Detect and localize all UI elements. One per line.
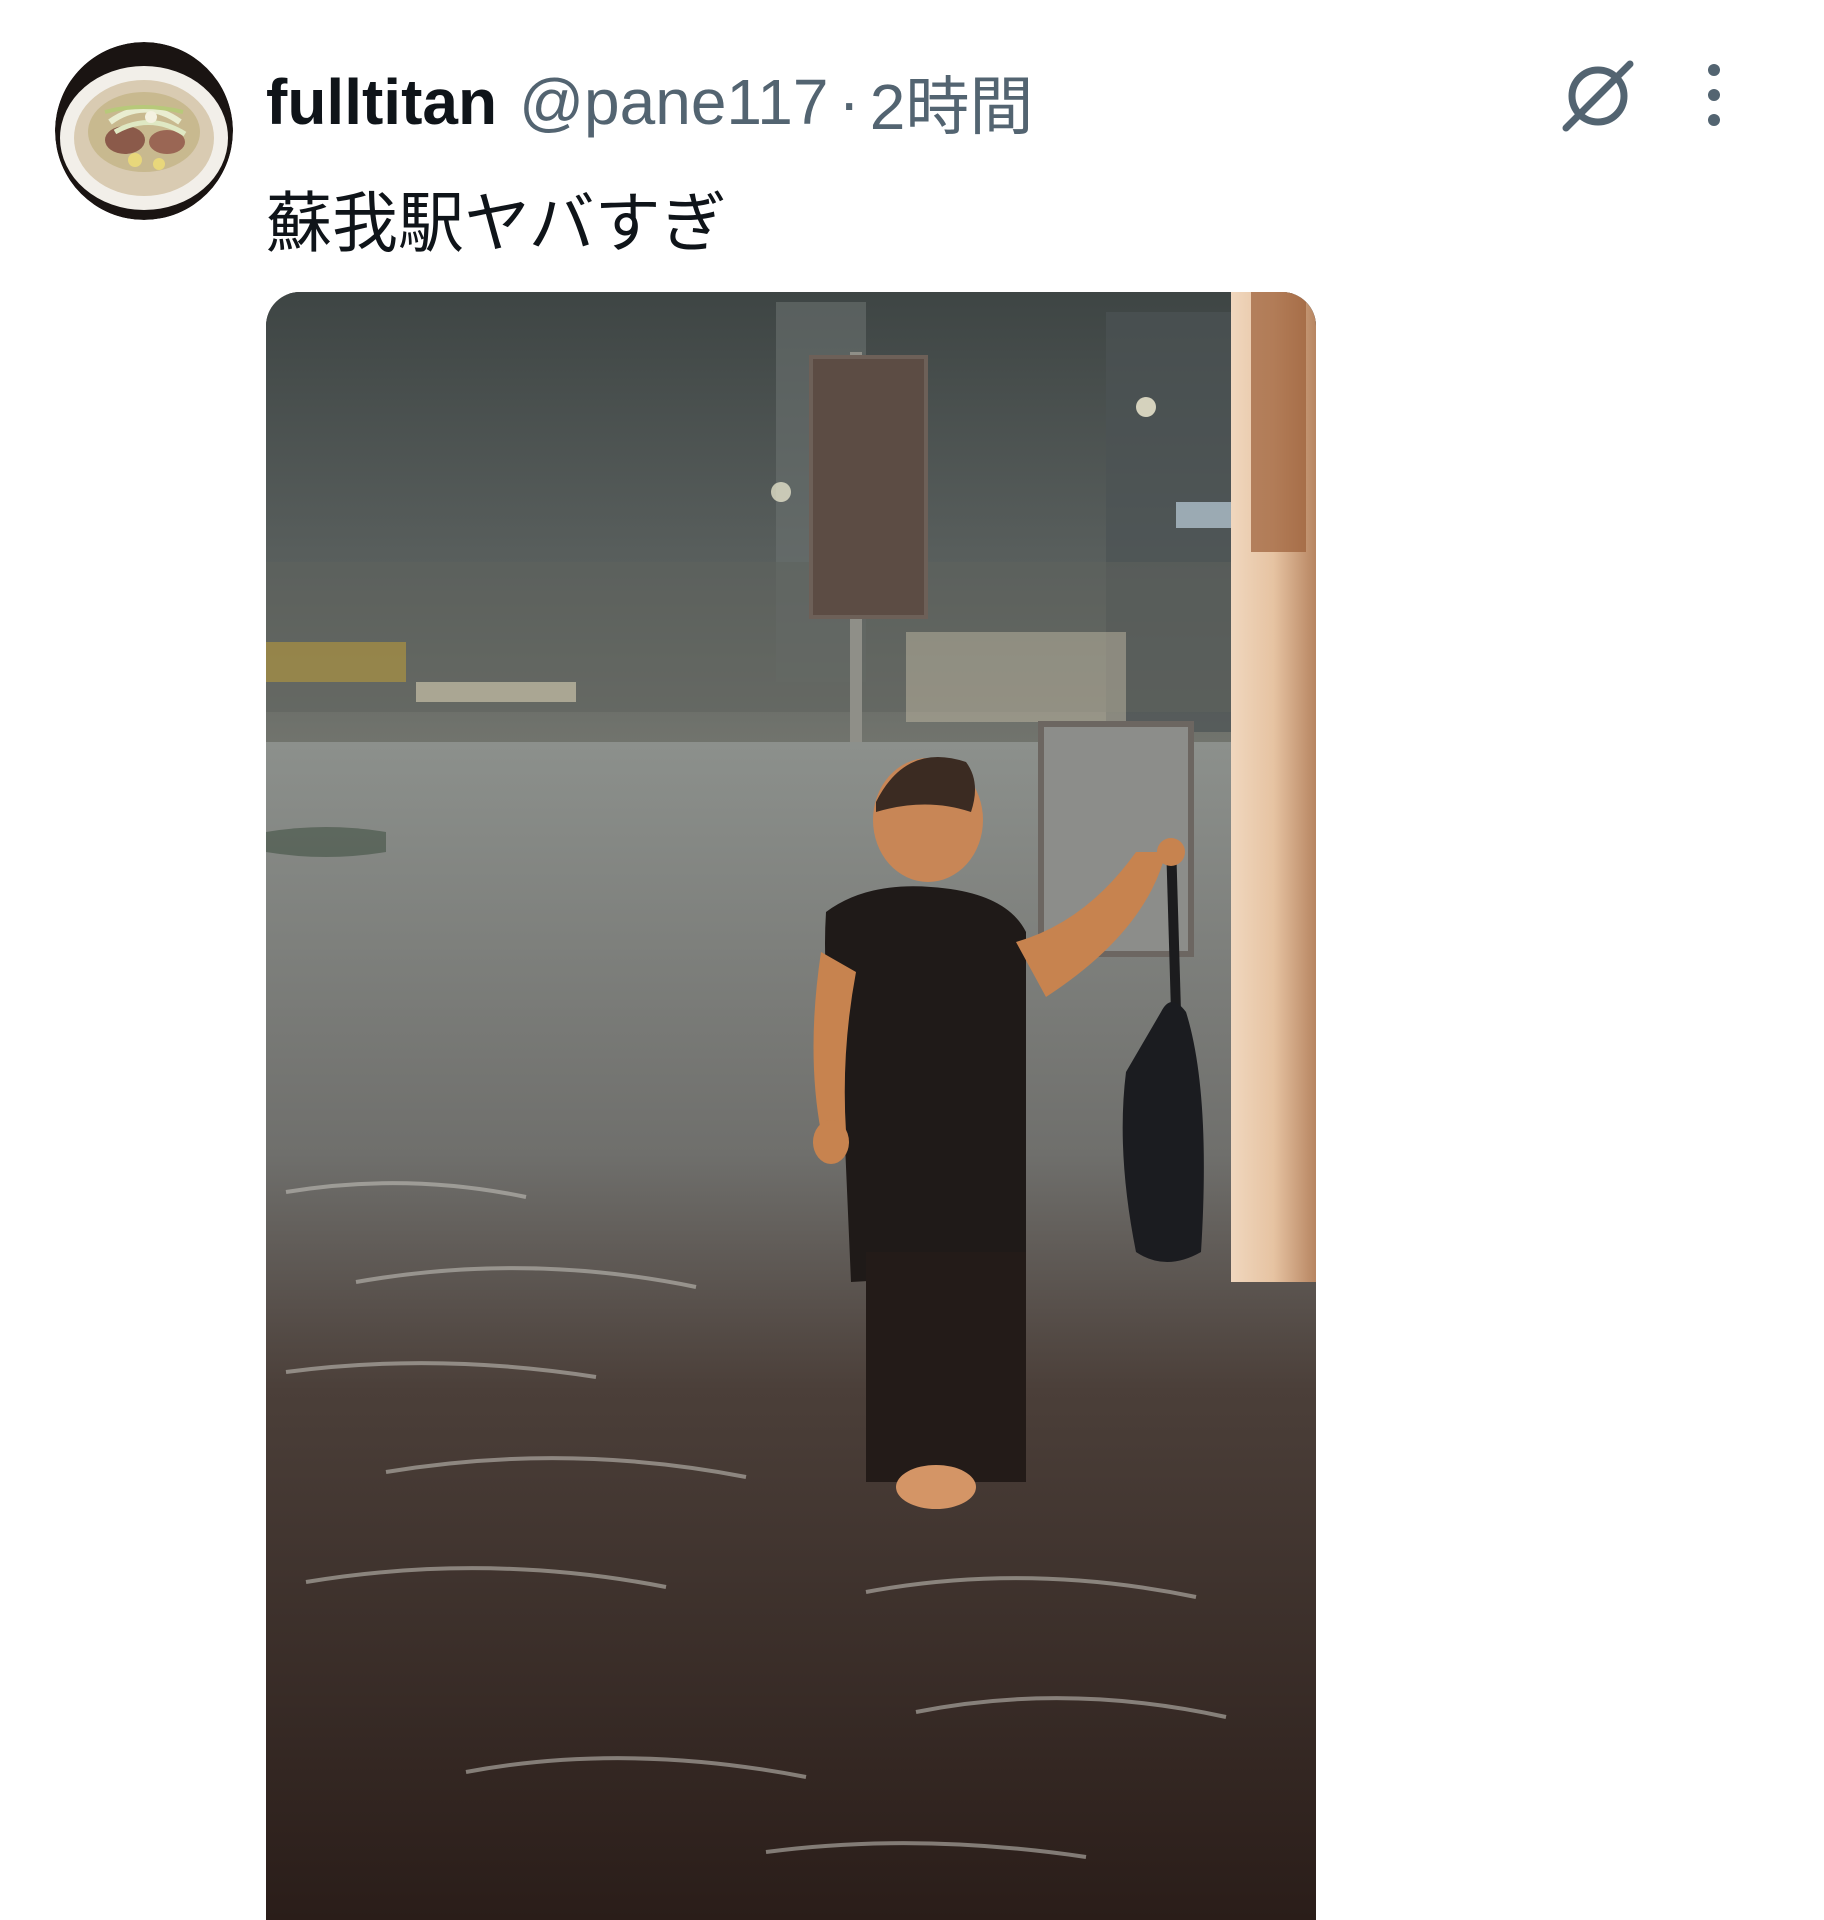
flood-scene-image xyxy=(266,292,1316,1920)
ramen-bowl-icon xyxy=(55,42,233,220)
timestamp[interactable]: 2時間 xyxy=(870,56,1034,148)
avatar[interactable] xyxy=(55,42,233,220)
more-vertical-icon[interactable] xyxy=(1700,62,1728,128)
grok-icon[interactable] xyxy=(1560,56,1636,132)
tweet-text: 蘇我駅ヤバすぎ xyxy=(266,186,727,260)
header-separator: · xyxy=(838,66,860,138)
tweet-media-video[interactable] xyxy=(266,292,1316,1920)
user-handle[interactable]: @pane117 xyxy=(519,65,828,139)
display-name[interactable]: fulltitan xyxy=(266,65,497,139)
tweet-header: fulltitan @pane117 · 2時間 xyxy=(266,52,1033,152)
